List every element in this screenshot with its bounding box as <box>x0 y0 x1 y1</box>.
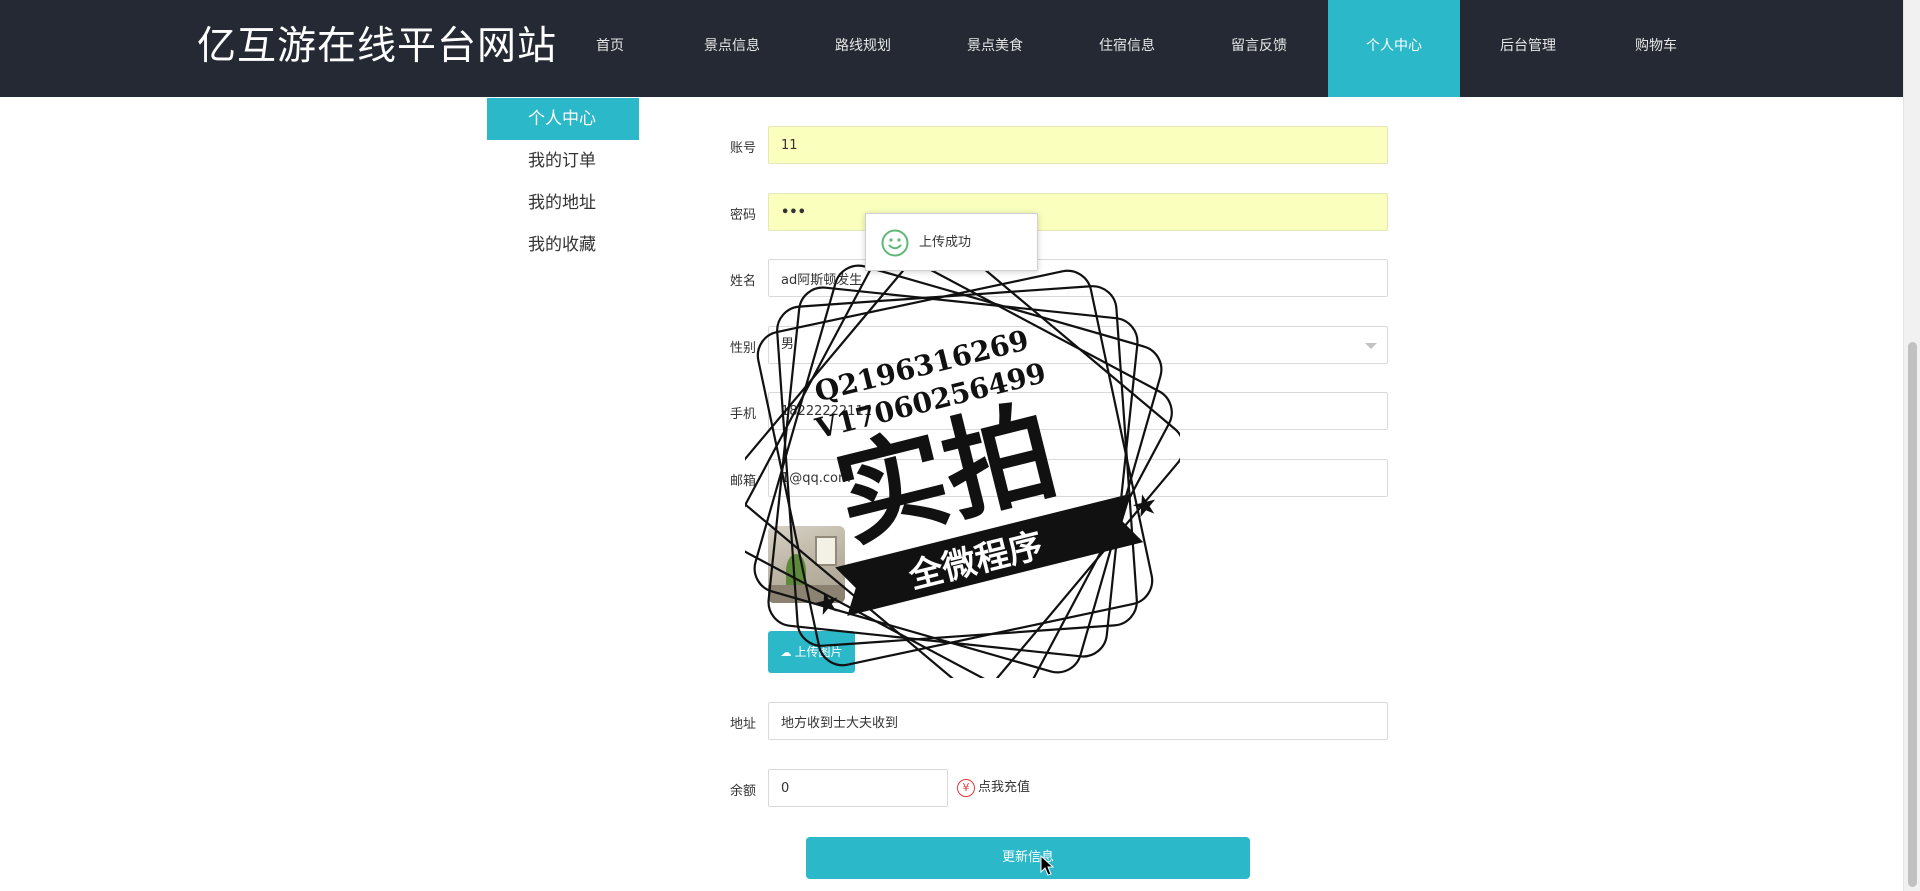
upload-image-button[interactable]: ☁ 上传图片 <box>768 631 855 673</box>
name-input[interactable] <box>768 259 1388 297</box>
thumb-window <box>815 536 837 566</box>
nav-item-feedback[interactable]: 留言反馈 <box>1224 0 1294 97</box>
sidebar-item-orders[interactable]: 我的订单 <box>487 140 639 182</box>
thumb-floor <box>768 585 845 603</box>
nav-item-route-planning[interactable]: 路线规划 <box>828 0 898 97</box>
recharge-link-label: 点我充值 <box>978 780 1031 795</box>
chevron-down-icon <box>1365 343 1377 349</box>
nav-item-food[interactable]: 景点美食 <box>960 0 1030 97</box>
nav-item-attractions[interactable]: 景点信息 <box>697 0 767 97</box>
nav-item-admin[interactable]: 后台管理 <box>1493 0 1563 97</box>
address-label: 地址 <box>730 717 757 732</box>
recharge-link[interactable]: ¥ 点我充值 <box>957 776 1030 800</box>
nav-item-home[interactable]: 首页 <box>574 0 646 97</box>
balance-label: 余额 <box>730 784 757 799</box>
sidebar-item-favorites[interactable]: 我的收藏 <box>487 224 639 266</box>
avatar-preview-image <box>768 526 845 603</box>
password-input[interactable] <box>768 193 1388 231</box>
phone-label: 手机 <box>730 407 757 422</box>
account-label: 账号 <box>730 141 757 156</box>
nav-item-user-center[interactable]: 个人中心 <box>1328 0 1460 97</box>
watermark-banner-text: 全微程序 <box>904 525 1047 597</box>
password-label: 密码 <box>730 208 757 223</box>
account-input[interactable] <box>768 126 1388 164</box>
user-sidebar: 个人中心 我的订单 我的地址 我的收藏 <box>487 98 639 266</box>
gender-label: 性别 <box>730 341 757 356</box>
update-info-button[interactable]: 更新信息 <box>806 837 1250 879</box>
nav-item-cart[interactable]: 购物车 <box>1621 0 1691 97</box>
toast-message: 上传成功 <box>919 235 972 250</box>
nav-item-lodging[interactable]: 住宿信息 <box>1092 0 1162 97</box>
page-scrollbar[interactable] <box>1903 0 1920 891</box>
phone-input[interactable] <box>768 392 1388 430</box>
email-label: 邮箱 <box>730 474 757 489</box>
site-title[interactable]: 亿互游在线平台网站 <box>197 22 557 72</box>
gender-selected-value: 男 <box>781 337 795 352</box>
scrollbar-thumb[interactable] <box>1908 342 1917 887</box>
email-input[interactable] <box>768 459 1388 497</box>
address-input[interactable] <box>768 702 1388 740</box>
thumb-plant <box>786 554 806 588</box>
watermark-banner <box>835 493 1144 616</box>
sidebar-item-user-center[interactable]: 个人中心 <box>487 98 639 140</box>
upload-button-label: 上传图片 <box>794 645 843 659</box>
smile-icon <box>881 229 909 257</box>
sidebar-item-addresses[interactable]: 我的地址 <box>487 182 639 224</box>
mouse-cursor-icon <box>1040 855 1055 876</box>
yen-icon: ¥ <box>957 778 975 797</box>
cloud-upload-icon: ☁ <box>780 646 792 659</box>
name-label: 姓名 <box>730 274 757 289</box>
balance-input[interactable] <box>768 769 948 807</box>
upload-success-toast: 上传成功 <box>865 213 1038 271</box>
gender-select[interactable]: 男 <box>768 326 1388 364</box>
top-navbar: 亿互游在线平台网站 首页 景点信息 路线规划 景点美食 住宿信息 留言反馈 个人… <box>0 0 1903 97</box>
